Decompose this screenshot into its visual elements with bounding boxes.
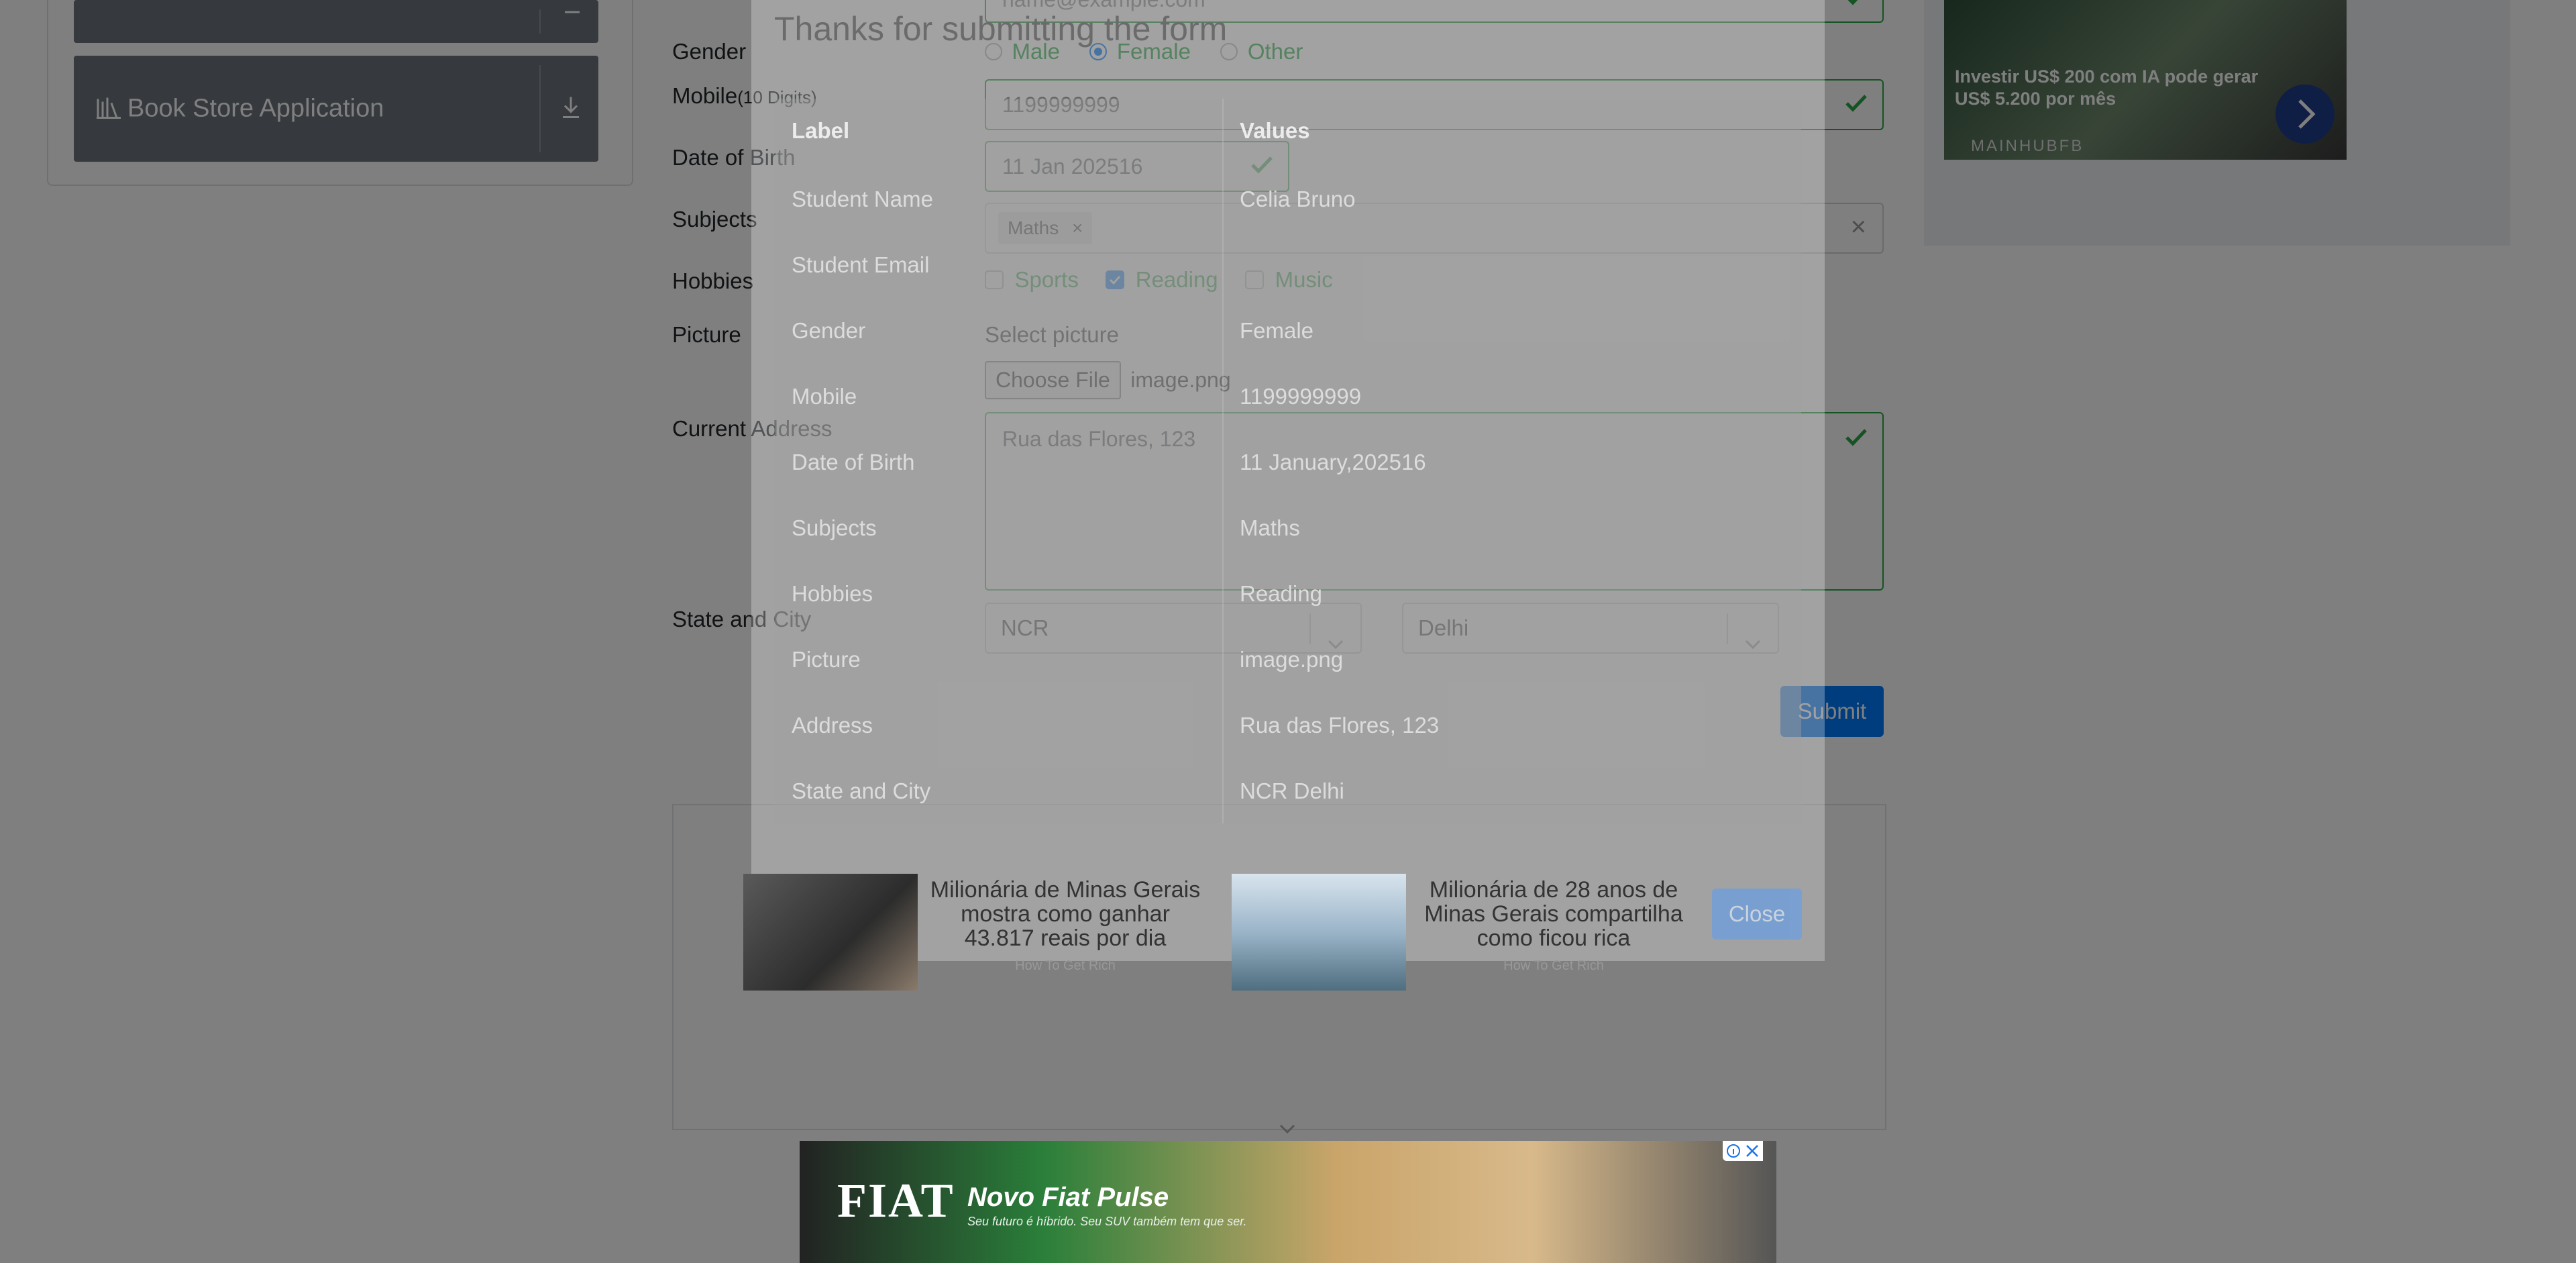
ad-title[interactable]: Milionária de Minas Gerais mostra como g… bbox=[923, 878, 1208, 950]
table-row-label: Student Name bbox=[792, 187, 933, 211]
table-row-label: Subjects bbox=[792, 515, 877, 540]
ad-choices-icon[interactable] bbox=[1723, 1141, 1763, 1161]
table-row-label: Date of Birth bbox=[792, 450, 915, 474]
chevron-down-icon[interactable] bbox=[1277, 1122, 1297, 1139]
table-row-value: 11 January,202516 bbox=[1240, 450, 1426, 474]
ad-source: How To Get Rich bbox=[1503, 958, 1604, 973]
ad-thumbnail[interactable] bbox=[1232, 874, 1406, 991]
banner-brand: FIAT bbox=[837, 1174, 955, 1227]
table-row-value: Rua das Flores, 123 bbox=[1240, 713, 1440, 738]
banner-ad[interactable]: FIAT Novo Fiat Pulse Seu futuro é híbrid… bbox=[800, 1141, 1776, 1263]
table-row-value: Maths bbox=[1240, 515, 1300, 540]
ad-thumbnail[interactable] bbox=[743, 874, 918, 991]
close-button[interactable]: Close bbox=[1712, 889, 1802, 940]
table-row-label: State and City bbox=[792, 778, 931, 803]
table-row-label: Hobbies bbox=[792, 581, 873, 606]
ad-source: How To Get Rich bbox=[1015, 958, 1116, 973]
banner-headline: Novo Fiat Pulse bbox=[967, 1182, 1169, 1212]
table-header-label: Label bbox=[792, 118, 850, 143]
table-row-label: Mobile bbox=[792, 384, 857, 409]
table-row-value: image.png bbox=[1240, 647, 1344, 672]
table-row-value: 1199999999 bbox=[1240, 384, 1362, 409]
table-row-value: Female bbox=[1240, 318, 1314, 343]
table-row-label: Picture bbox=[792, 647, 861, 672]
modal-title: Thanks for submitting the form bbox=[774, 10, 1228, 48]
table-row-label: Gender bbox=[792, 318, 866, 343]
table-row-value: Reading bbox=[1240, 581, 1322, 606]
table-row-value: Celia Bruno bbox=[1240, 187, 1356, 211]
table-header-values: Values bbox=[1240, 118, 1310, 143]
ad-title[interactable]: Milionária de 28 anos de Minas Gerais co… bbox=[1411, 878, 1696, 950]
table-row-label: Address bbox=[792, 713, 873, 738]
table-row-value: NCR Delhi bbox=[1240, 778, 1344, 803]
banner-tagline: Seu futuro é híbrido. Seu SUV também tem… bbox=[967, 1215, 1247, 1228]
table-row-label: Student Email bbox=[792, 252, 930, 277]
table-column-divider bbox=[1222, 99, 1224, 823]
